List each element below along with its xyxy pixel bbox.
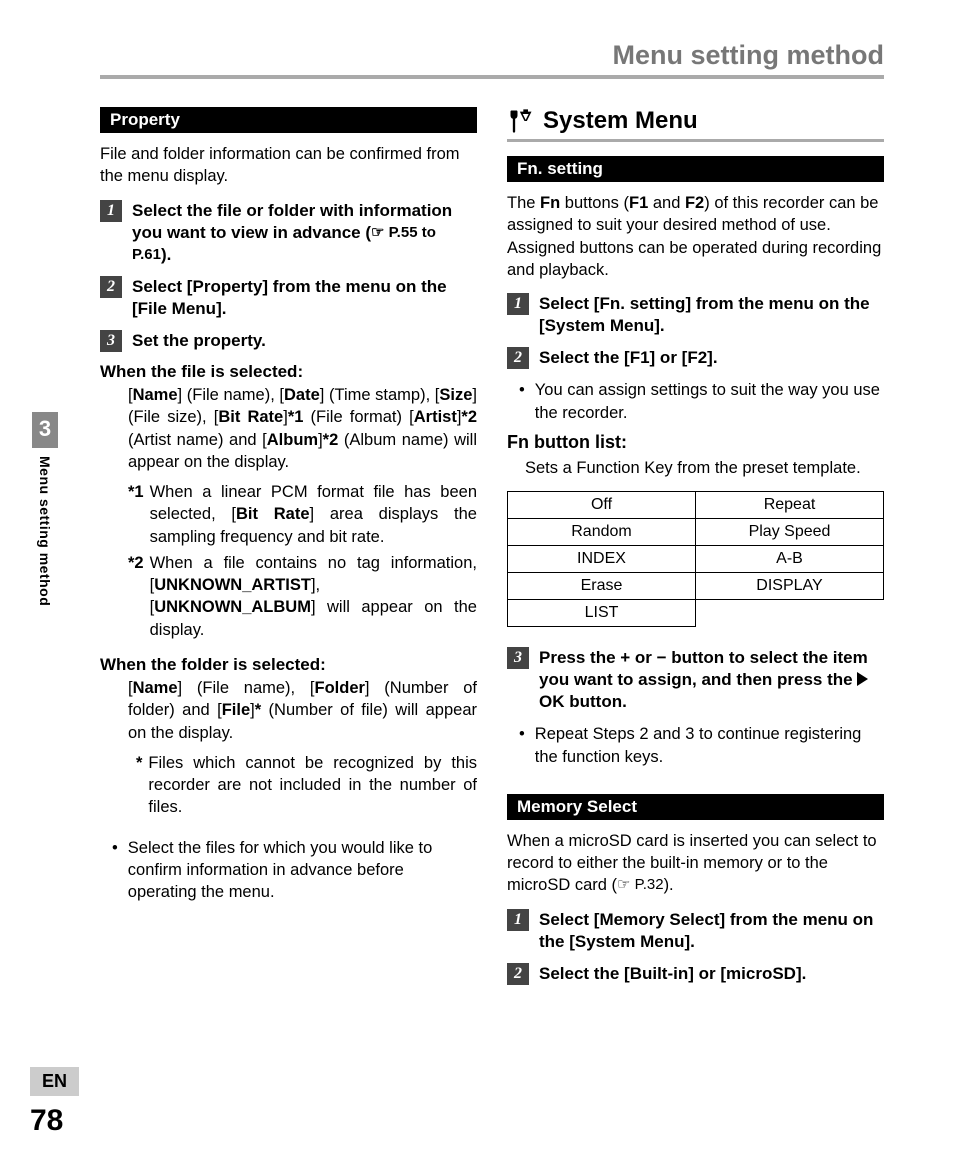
fn-step-2-note: • You can assign settings to suit the wa… — [519, 379, 884, 424]
fn-step-3: 3 Press the + or − button to select the … — [507, 647, 884, 713]
table-cell: Erase — [508, 573, 696, 600]
mem-step-2: 2 Select the [Built-in] or [microSD]. — [507, 963, 884, 985]
step-2: 2 Select [Property] from the menu on the… — [100, 276, 477, 320]
file-selected-body: [Name] (File name), [Date] (Time stamp),… — [128, 384, 477, 473]
step-2-text: Select [Property] from the menu on the [… — [132, 276, 477, 320]
right-column: System Menu Fn. setting The Fn buttons (… — [507, 107, 884, 995]
mem-step-1: 1 Select [Memory Select] from the menu o… — [507, 909, 884, 953]
table-cell: Off — [508, 492, 696, 519]
footnote-star: * Files which cannot be recognized by th… — [136, 752, 477, 819]
file-selected-heading: When the file is selected: — [100, 362, 477, 382]
chapter-label: Menu setting method — [37, 456, 53, 606]
memory-select-heading: Memory Select — [507, 794, 884, 820]
memory-select-intro: When a microSD card is inserted you can … — [507, 830, 884, 897]
step-number-icon: 1 — [507, 293, 529, 315]
step-number-icon: 3 — [507, 647, 529, 669]
language-badge: EN — [30, 1067, 79, 1096]
folder-selected-body: [Name] (File name), [Folder] (Number of … — [128, 677, 477, 744]
fn-button-list-heading: Fn button list: — [507, 432, 884, 453]
step-3-text: Set the property. — [132, 330, 266, 352]
fn-step-3-note: • Repeat Steps 2 and 3 to continue regis… — [519, 723, 884, 768]
step-number-icon: 3 — [100, 330, 122, 352]
footnote-2: *2 When a file contains no tag informati… — [128, 552, 477, 641]
table-cell: Play Speed — [696, 519, 884, 546]
step-number-icon: 2 — [507, 963, 529, 985]
step-number-icon: 2 — [100, 276, 122, 298]
step-3: 3 Set the property. — [100, 330, 477, 352]
fn-step-1: 1 Select [Fn. setting] from the menu on … — [507, 293, 884, 337]
table-cell: A-B — [696, 546, 884, 573]
page-header: Menu setting method — [100, 40, 884, 79]
play-icon — [857, 672, 868, 686]
step-1-text: Select the file or folder with informati… — [132, 200, 477, 266]
tools-icon — [507, 107, 535, 135]
fn-step-2: 2 Select the [F1] or [F2]. — [507, 347, 884, 369]
fn-intro: The Fn buttons (F1 and F2) of this recor… — [507, 192, 884, 281]
left-column: Property File and folder information can… — [100, 107, 477, 995]
reference-icon: ☞ P.32 — [617, 876, 664, 893]
table-cell: DISPLAY — [696, 573, 884, 600]
chapter-number: 3 — [32, 412, 58, 448]
table-cell: Repeat — [696, 492, 884, 519]
fn-setting-heading: Fn. setting — [507, 156, 884, 182]
folder-selected-heading: When the folder is selected: — [100, 655, 477, 675]
footnote-1: *1 When a linear PCM format file has bee… — [128, 481, 477, 548]
table-cell: LIST — [508, 600, 696, 627]
page-number: 78 — [30, 1104, 63, 1138]
fn-button-table: OffRepeat RandomPlay Speed INDEXA-B Eras… — [507, 491, 884, 627]
fn-button-list-desc: Sets a Function Key from the preset temp… — [525, 457, 884, 479]
table-cell: Random — [508, 519, 696, 546]
bottom-note: • Select the files for which you would l… — [112, 837, 477, 904]
step-number-icon: 1 — [100, 200, 122, 222]
side-tab: 3 Menu setting method — [32, 412, 58, 606]
property-intro: File and folder information can be confi… — [100, 143, 477, 188]
step-1: 1 Select the file or folder with informa… — [100, 200, 477, 266]
step-number-icon: 1 — [507, 909, 529, 931]
system-menu-heading: System Menu — [507, 107, 884, 142]
property-heading: Property — [100, 107, 477, 133]
table-cell: INDEX — [508, 546, 696, 573]
table-cell-empty — [696, 600, 884, 627]
step-number-icon: 2 — [507, 347, 529, 369]
